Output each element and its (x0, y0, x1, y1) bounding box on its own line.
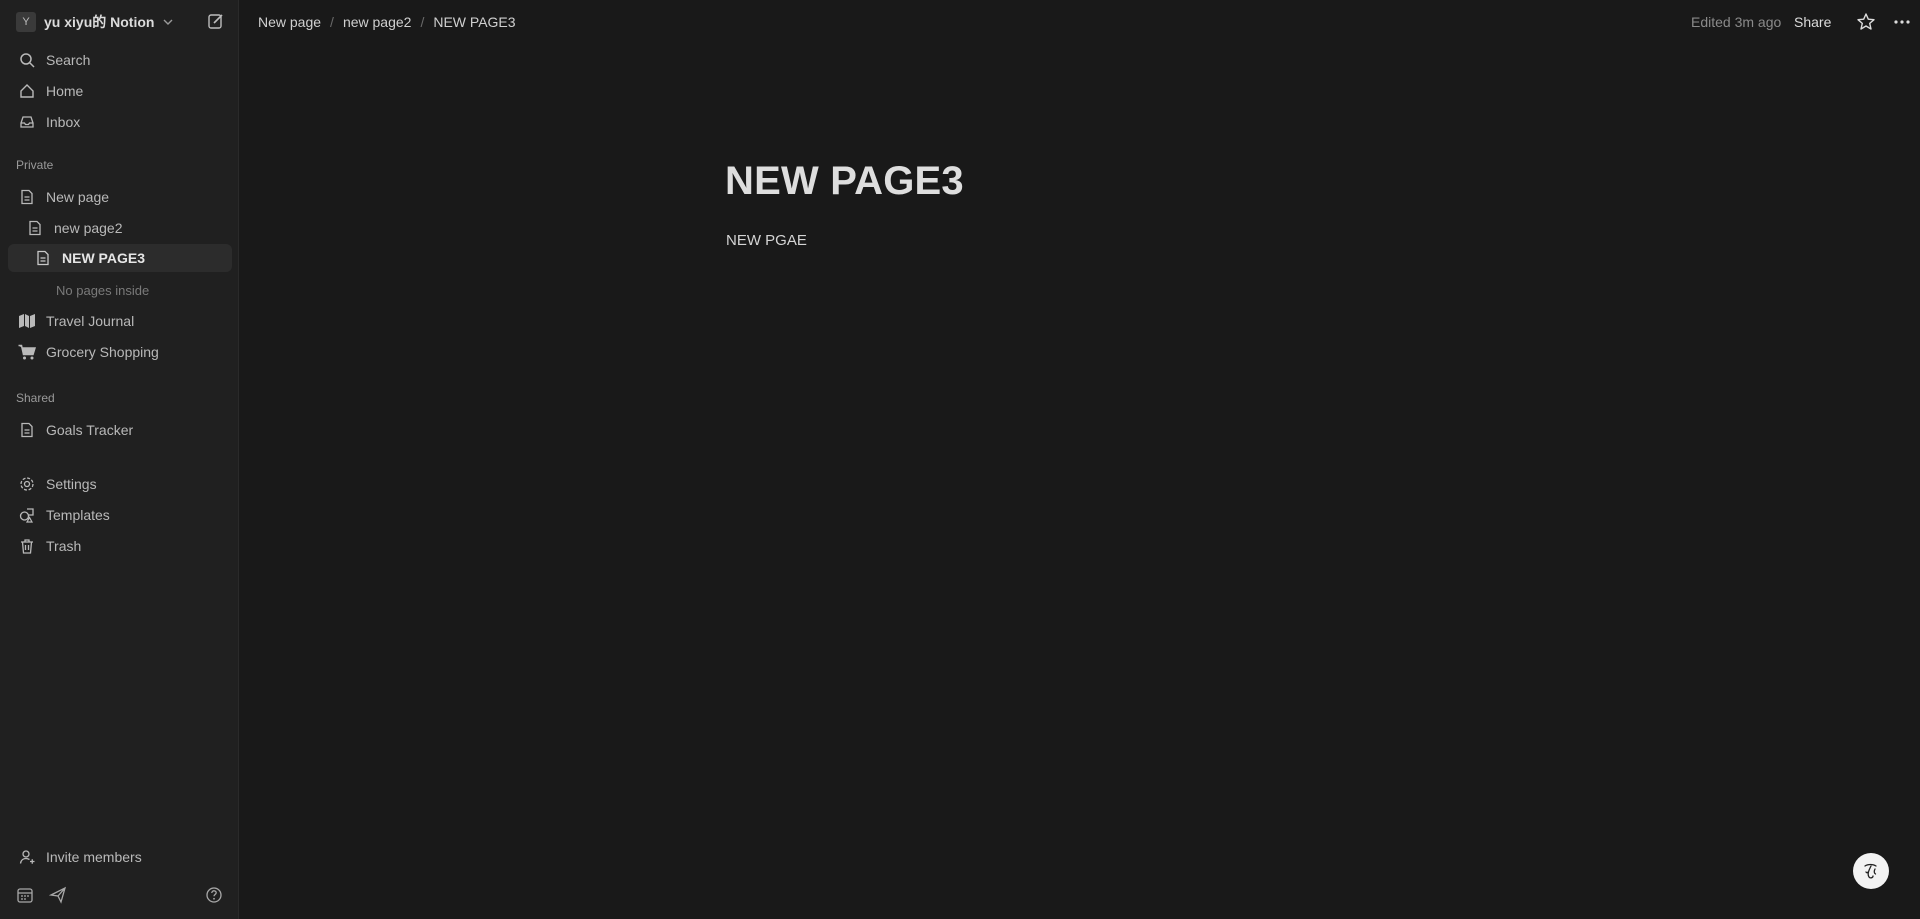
search-icon (18, 51, 36, 69)
breadcrumb: New page / new page2 / NEW PAGE3 (258, 14, 516, 30)
more-options-icon[interactable] (1892, 12, 1912, 32)
page-body-text[interactable]: NEW PGAE (726, 232, 807, 249)
no-pages-inside-note: No pages inside (56, 283, 150, 298)
section-label-shared: Shared (16, 391, 55, 405)
sidebar-item-settings[interactable]: Settings (8, 470, 232, 498)
add-person-icon (18, 848, 36, 866)
star-icon[interactable] (1856, 12, 1876, 32)
breadcrumb-item-new-page[interactable]: New page (258, 14, 321, 30)
sidebar-item-search[interactable]: Search (8, 46, 232, 74)
inbox-icon (18, 113, 36, 131)
workspace-switcher[interactable]: Y yu xiyu的 Notion (16, 12, 174, 32)
notion-ai-face-icon (1864, 863, 1877, 879)
chevron-down-icon (163, 19, 173, 25)
sidebar-item-label: Goals Tracker (46, 422, 134, 438)
topbar: New page / new page2 / NEW PAGE3 Edited … (240, 0, 1920, 44)
help-icon[interactable] (205, 886, 223, 904)
breadcrumb-item-new-page3[interactable]: NEW PAGE3 (433, 14, 515, 30)
sidebar-item-label: Search (46, 52, 91, 68)
sidebar-item-new-page3[interactable]: NEW PAGE3 (8, 244, 232, 272)
notion-ai-button[interactable] (1853, 853, 1889, 889)
cart-icon (18, 343, 36, 361)
sidebar-item-new-page2[interactable]: new page2 (8, 214, 232, 242)
sidebar-item-label: Trash (46, 538, 82, 554)
workspace-name: yu xiyu的 Notion (44, 14, 155, 30)
share-button[interactable]: Share (1794, 14, 1831, 30)
page-icon (26, 219, 44, 237)
calendar-icon[interactable] (16, 886, 34, 904)
sidebar-item-label: Inbox (46, 114, 81, 130)
sidebar-item-label: New page (46, 189, 110, 205)
sidebar-item-new-page[interactable]: New page (8, 183, 232, 211)
sidebar-bottom-bar (16, 886, 224, 906)
edited-timestamp: Edited 3m ago (1691, 14, 1782, 30)
templates-icon (18, 506, 36, 524)
sidebar-item-label: Home (46, 83, 84, 99)
breadcrumb-separator: / (420, 14, 425, 30)
trash-icon (18, 537, 36, 555)
map-icon (18, 312, 36, 330)
breadcrumb-separator: / (330, 14, 334, 30)
sidebar-item-label: NEW PAGE3 (62, 250, 145, 266)
page-icon (18, 188, 36, 206)
page-icon (34, 249, 52, 267)
invite-members-label: Invite members (46, 849, 142, 865)
send-icon[interactable] (49, 886, 67, 904)
sidebar-item-inbox[interactable]: Inbox (8, 108, 232, 136)
sidebar: Y yu xiyu的 Notion Search Home Inbox Priv… (0, 0, 239, 919)
invite-members-button[interactable]: Invite members (8, 843, 232, 871)
sidebar-item-templates[interactable]: Templates (8, 501, 232, 529)
breadcrumb-item-new-page2[interactable]: new page2 (343, 14, 412, 30)
page-title[interactable]: NEW PAGE3 (725, 159, 964, 204)
section-label-private: Private (16, 158, 54, 172)
sidebar-item-label: new page2 (54, 220, 123, 236)
sidebar-item-travel-journal[interactable]: Travel Journal (8, 307, 232, 335)
sidebar-item-goals-tracker[interactable]: Goals Tracker (8, 416, 232, 444)
page-icon (18, 421, 36, 439)
gear-icon (18, 475, 36, 493)
new-page-icon[interactable] (207, 12, 225, 30)
home-icon (18, 82, 36, 100)
sidebar-item-label: Settings (46, 476, 97, 492)
sidebar-item-label: Travel Journal (46, 313, 135, 329)
workspace-avatar: Y (16, 12, 36, 32)
sidebar-item-trash[interactable]: Trash (8, 532, 232, 560)
sidebar-item-label: Grocery Shopping (46, 344, 159, 360)
sidebar-item-home[interactable]: Home (8, 77, 232, 105)
sidebar-item-label: Templates (46, 507, 110, 523)
sidebar-item-grocery-shopping[interactable]: Grocery Shopping (8, 338, 232, 366)
